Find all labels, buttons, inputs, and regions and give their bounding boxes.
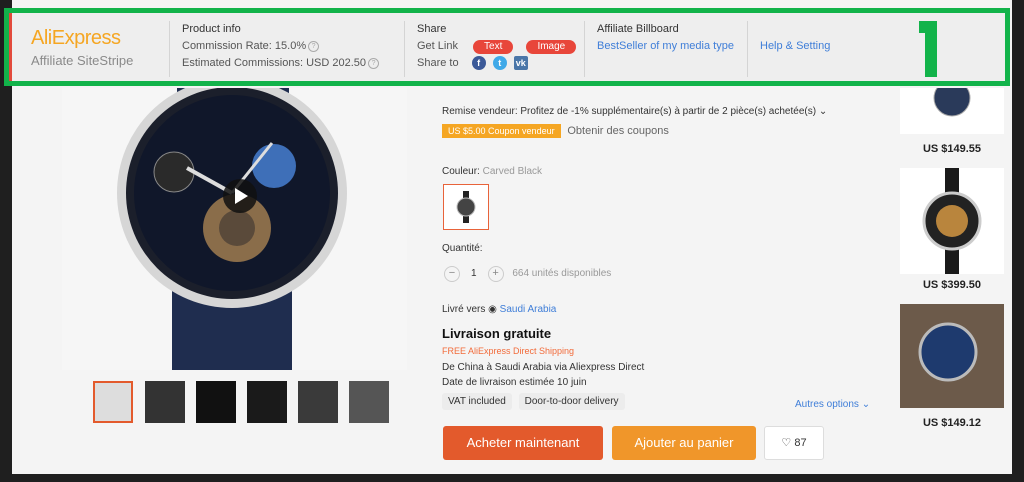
increase-quantity-button[interactable]: +	[487, 266, 504, 282]
help-icon[interactable]: ?	[308, 40, 320, 52]
accent-line	[9, 13, 12, 81]
color-row: Couleur: Carved Black	[442, 166, 542, 177]
bestseller-link[interactable]: BestSeller of my media type	[597, 38, 747, 55]
chevron-down-icon: ⌄	[861, 399, 871, 410]
watch-thumbnail-icon	[456, 191, 476, 223]
wishlist-button[interactable]: ♡ 87	[764, 426, 824, 460]
more-options[interactable]: Autres options ⌄	[795, 399, 870, 410]
shipping-route: De China à Saudi Arabia via Aliexpress D…	[442, 362, 645, 373]
add-to-cart-button[interactable]: Ajouter au panier	[612, 426, 756, 460]
thumbnail-3[interactable]	[196, 381, 236, 423]
estimated-commission-row: Estimated Commissions: USD 202.50?	[182, 55, 402, 72]
text-link-button[interactable]: Text	[473, 40, 514, 54]
delivery-date: Date de livraison estimée 10 juin	[442, 377, 587, 388]
help-setting-link[interactable]: Help & Setting	[760, 38, 880, 55]
seller-coupon[interactable]: US $5.00 Coupon vendeur	[442, 124, 561, 138]
thumbnail-2[interactable]	[145, 381, 185, 423]
sitestripe-subtitle: Affiliate SiteStripe	[31, 53, 134, 68]
heart-icon: ♡	[781, 437, 792, 449]
related-product-image	[933, 79, 971, 117]
ship-to-label: Livré vers	[442, 304, 486, 315]
help-icon[interactable]: ?	[368, 57, 380, 69]
billboard-title: Affiliate Billboard	[597, 23, 679, 35]
related-price-3: US $149.12	[922, 417, 982, 429]
location-pin-icon: ◉	[488, 304, 497, 315]
quantity-stepper: − 1 + 664 unités disponibles	[444, 266, 611, 282]
coupon-row: US $5.00 Coupon vendeur Obtenir des coup…	[442, 124, 669, 138]
share-section: Share Get Link Text Image Share to f t v…	[404, 21, 582, 77]
affiliate-sitestripe-bar: AliExpress Affiliate SiteStripe Product …	[4, 8, 1010, 86]
get-link-row: Get Link Text Image	[417, 38, 582, 55]
estimated-commissions: Estimated Commissions: USD 202.50	[182, 57, 367, 69]
thumbnail-5[interactable]	[298, 381, 338, 423]
vk-icon[interactable]: vk	[513, 56, 528, 71]
share-to-label: Share to	[417, 57, 459, 69]
tag-door-to-door: Door-to-door delivery	[518, 393, 625, 410]
chevron-down-icon: ⌄	[818, 106, 828, 117]
product-main-image[interactable]	[62, 88, 407, 370]
color-option-carved-black[interactable]	[443, 184, 489, 230]
tag-vat-included: VAT included	[442, 393, 512, 410]
thumbnail-4[interactable]	[247, 381, 287, 423]
thumbnail-6[interactable]	[349, 381, 389, 423]
product-info-section: Product info Commission Rate: 15.0%? Est…	[169, 21, 402, 77]
get-link-label: Get Link	[417, 40, 458, 52]
related-price-1: US $149.55	[922, 143, 982, 155]
quantity-label: Quantité:	[442, 243, 483, 254]
facebook-icon[interactable]: f	[471, 56, 486, 71]
color-label: Couleur:	[442, 166, 480, 177]
related-price-2: US $399.50	[922, 279, 982, 291]
product-info-title: Product info	[182, 23, 241, 35]
decrease-quantity-button[interactable]: −	[444, 266, 460, 282]
related-product-image	[922, 168, 982, 274]
stock-available: 664 unités disponibles	[512, 268, 612, 279]
ship-to-country[interactable]: Saudi Arabia	[500, 304, 557, 315]
shipping-service: FREE AliExpress Direct Shipping	[442, 346, 575, 356]
affiliate-billboard-section: Affiliate Billboard BestSeller of my med…	[584, 21, 747, 77]
thumbnail-1[interactable]	[93, 381, 133, 423]
related-product-image	[918, 322, 978, 382]
share-title: Share	[417, 23, 447, 35]
color-value: Carved Black	[482, 166, 543, 177]
commission-rate-row: Commission Rate: 15.0%?	[182, 38, 402, 55]
buy-now-button[interactable]: Acheter maintenant	[443, 426, 603, 460]
wishlist-count: 87	[794, 437, 807, 449]
share-to-row: Share to f t vk	[417, 55, 582, 72]
number-one-overlay	[919, 21, 937, 77]
more-options-label: Autres options	[795, 399, 859, 410]
image-link-button[interactable]: Image	[526, 40, 577, 54]
seller-promo-text: Remise vendeur: Profitez de -1% suppléme…	[442, 106, 817, 117]
quantity-value[interactable]: 1	[463, 268, 485, 279]
help-section: Help & Setting	[747, 21, 880, 77]
seller-promo[interactable]: Remise vendeur: Profitez de -1% suppléme…	[442, 106, 827, 117]
brand: AliExpress Affiliate SiteStripe	[31, 27, 133, 68]
commission-rate: Commission Rate: 15.0%	[182, 40, 307, 52]
ship-to-row: Livré vers ◉ Saudi Arabia	[442, 304, 556, 315]
related-product-1[interactable]	[900, 79, 1004, 134]
shipping-title: Livraison gratuite	[442, 326, 552, 341]
related-product-2[interactable]	[900, 168, 1004, 274]
twitter-icon[interactable]: t	[492, 56, 507, 71]
aliexpress-logo[interactable]: AliExpress	[31, 27, 133, 50]
related-product-3[interactable]	[900, 304, 1004, 408]
get-coupons-link[interactable]: Obtenir des coupons	[567, 125, 669, 137]
shipping-tags: VAT included Door-to-door delivery	[442, 393, 629, 410]
